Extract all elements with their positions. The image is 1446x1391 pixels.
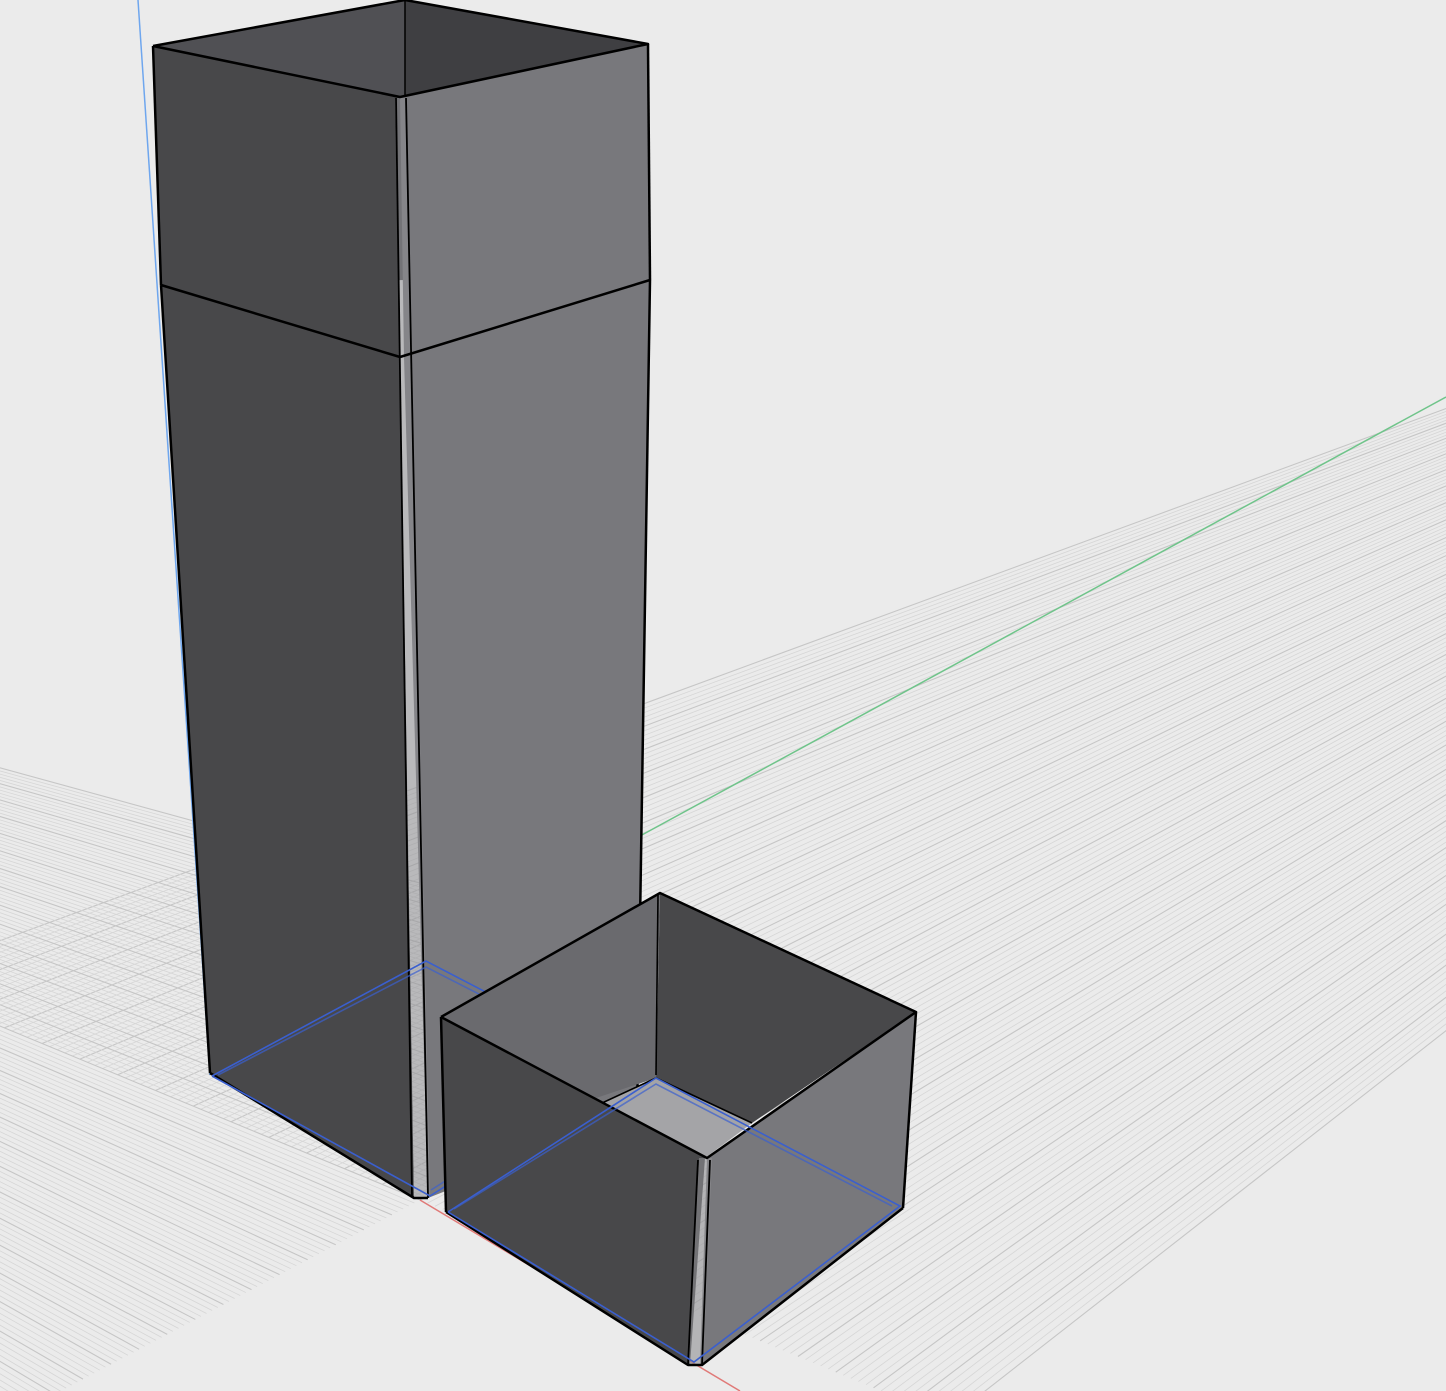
3d-viewport[interactable] [0,0,1446,1391]
viewport-canvas[interactable] [0,0,1446,1391]
